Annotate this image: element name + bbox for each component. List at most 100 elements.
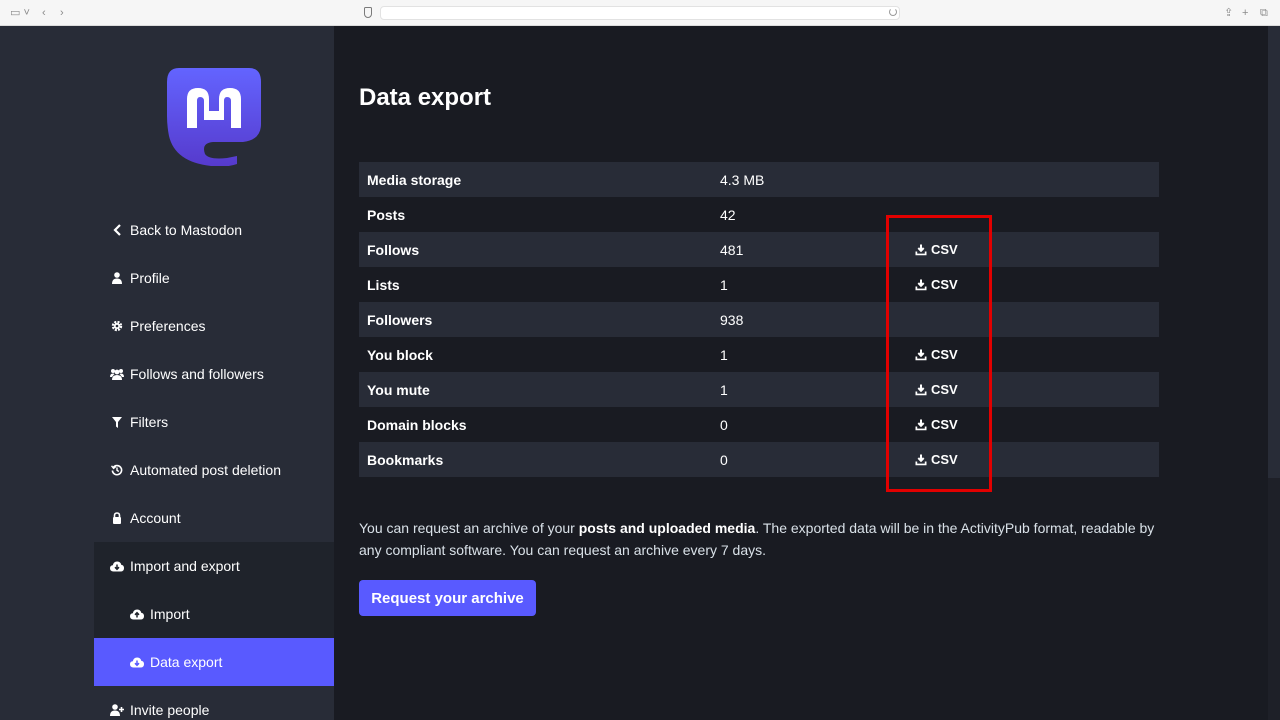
download-icon	[915, 244, 927, 256]
row-label: You block	[367, 346, 433, 363]
csv-download-link[interactable]: CSV	[915, 347, 958, 362]
row-action: CSV	[906, 242, 958, 257]
sidebar-item-automated-post-deletion[interactable]: Automated post deletion	[94, 446, 334, 494]
row-value: 1	[720, 276, 728, 293]
mastodon-logo-icon	[167, 68, 261, 166]
sidebar-item-label: Data export	[150, 654, 223, 670]
back-arrow-icon[interactable]: ‹	[42, 5, 46, 21]
lock-icon	[110, 511, 124, 525]
sidebar-item-account[interactable]: Account	[94, 494, 334, 542]
sidebar-item-label: Invite people	[130, 702, 210, 718]
download-icon	[915, 279, 927, 291]
table-row: Posts 42	[359, 197, 1159, 232]
sidebar-item-invite-people[interactable]: Invite people	[94, 686, 334, 720]
row-label: You mute	[367, 381, 430, 398]
users-icon	[110, 367, 124, 381]
row-action: CSV	[906, 417, 958, 432]
sidebar-item-label: Back to Mastodon	[130, 222, 243, 238]
sidebar-item-label: Import and export	[130, 558, 240, 574]
filter-icon	[110, 415, 124, 429]
sidebar-item-label: Preferences	[130, 318, 206, 334]
sidebar-item-label: Account	[130, 510, 181, 526]
table-row: Media storage 4.3 MB	[359, 162, 1159, 197]
sidebar-item-follows-and-followers[interactable]: Follows and followers	[94, 350, 334, 398]
row-value: 0	[720, 451, 728, 468]
row-value: 481	[720, 241, 744, 258]
sidebar-item-import-and-export[interactable]: Import and export	[94, 542, 334, 590]
table-row: Follows 481 CSV	[359, 232, 1159, 267]
row-value: 1	[720, 381, 728, 398]
csv-label: CSV	[931, 382, 958, 397]
sidebar-item-preferences[interactable]: Preferences	[94, 302, 334, 350]
cloud-download-icon	[110, 559, 124, 573]
row-label: Followers	[367, 311, 433, 328]
tabs-overview-icon[interactable]: ⧉	[1260, 5, 1268, 21]
csv-download-link[interactable]: CSV	[915, 242, 958, 257]
cloud-download-icon	[130, 655, 144, 669]
history-icon	[110, 463, 124, 477]
table-row: Domain blocks 0 CSV	[359, 407, 1159, 442]
csv-label: CSV	[931, 417, 958, 432]
settings-navigation: Back to Mastodon Profile Preferences Fol…	[94, 206, 334, 720]
table-row: You mute 1 CSV	[359, 372, 1159, 407]
row-value: 0	[720, 416, 728, 433]
share-icon[interactable]: ⇪	[1224, 5, 1233, 21]
sidebar-item-label: Profile	[130, 270, 170, 286]
user-icon	[110, 271, 124, 285]
sidebar-item-back-to-mastodon[interactable]: Back to Mastodon	[94, 206, 334, 254]
cloud-upload-icon	[130, 607, 144, 621]
row-value: 938	[720, 311, 744, 328]
sidebar-item-profile[interactable]: Profile	[94, 254, 334, 302]
forward-arrow-icon[interactable]: ›	[60, 5, 64, 21]
download-icon	[915, 384, 927, 396]
shield-icon	[364, 7, 372, 18]
row-label: Bookmarks	[367, 451, 444, 468]
gear-icon	[110, 319, 124, 333]
sidebar-toggle-icon[interactable]: ▭ ˅	[10, 5, 30, 21]
row-label: Follows	[367, 241, 420, 258]
row-value: 42	[720, 206, 736, 223]
sidebar-item-data-export[interactable]: Data export	[94, 638, 334, 686]
table-row: You block 1 CSV	[359, 337, 1159, 372]
csv-download-link[interactable]: CSV	[915, 452, 958, 467]
archive-hint: You can request an archive of your posts…	[359, 517, 1159, 561]
hint-bold: posts and uploaded media	[578, 520, 756, 536]
sidebar-item-label: Follows and followers	[130, 366, 264, 382]
csv-download-link[interactable]: CSV	[915, 277, 958, 292]
reload-icon[interactable]	[889, 8, 897, 16]
table-row: Bookmarks 0 CSV	[359, 442, 1159, 477]
table-row: Lists 1 CSV	[359, 267, 1159, 302]
csv-label: CSV	[931, 347, 958, 362]
row-action: CSV	[906, 382, 958, 397]
download-icon	[915, 349, 927, 361]
request-archive-button[interactable]: Request your archive	[359, 580, 536, 616]
csv-download-link[interactable]: CSV	[915, 382, 958, 397]
row-value: 4.3 MB	[720, 171, 765, 188]
address-bar[interactable]	[380, 6, 900, 20]
csv-label: CSV	[931, 242, 958, 257]
page-title: Data export	[359, 84, 492, 111]
browser-toolbar: ▭ ˅ ‹ › ⇪ + ⧉	[0, 0, 1280, 26]
user-plus-icon	[110, 703, 124, 717]
row-label: Domain blocks	[367, 416, 467, 433]
hint-text: You can request an archive of your	[359, 520, 579, 536]
csv-download-link[interactable]: CSV	[915, 417, 958, 432]
sidebar-item-filters[interactable]: Filters	[94, 398, 334, 446]
row-label: Media storage	[367, 171, 462, 188]
sidebar-item-label: Automated post deletion	[130, 462, 281, 478]
csv-label: CSV	[931, 277, 958, 292]
download-icon	[915, 454, 927, 466]
sidebar-item-label: Filters	[130, 414, 169, 430]
sidebar-item-import[interactable]: Import	[94, 590, 334, 638]
chevron-left-icon	[110, 223, 124, 237]
row-label: Posts	[367, 206, 406, 223]
table-row: Followers 938	[359, 302, 1159, 337]
new-tab-icon[interactable]: +	[1242, 5, 1248, 21]
row-label: Lists	[367, 276, 400, 293]
export-table: Media storage 4.3 MB Posts 42 Follows 481 CSV L…	[359, 162, 1159, 477]
row-action: CSV	[906, 277, 958, 292]
scrollbar-thumb[interactable]	[1268, 478, 1280, 720]
row-action: CSV	[906, 452, 958, 467]
row-value: 1	[720, 346, 728, 363]
csv-label: CSV	[931, 452, 958, 467]
